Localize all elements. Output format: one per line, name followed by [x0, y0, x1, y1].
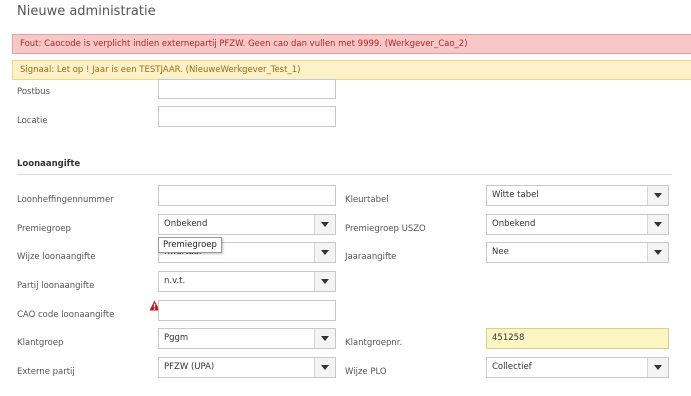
locatie-input[interactable] [158, 106, 336, 127]
page-title: Nieuwe administratie [17, 4, 156, 19]
chevron-down-icon[interactable] [314, 272, 335, 291]
wijze-plo-value: Collectief [492, 362, 532, 372]
wijze-loonaangifte-label: Wijze loonaangifte [17, 252, 96, 262]
chevron-down-icon[interactable] [647, 186, 668, 205]
premiegroep-uszo-label: Premiegroep USZO [345, 224, 426, 234]
cao-code-input[interactable] [158, 300, 336, 321]
loonheffingennummer-input[interactable] [158, 185, 336, 206]
error-alert: Fout: Caocode is verplicht indien extern… [12, 34, 691, 54]
chevron-down-icon[interactable] [314, 243, 335, 262]
chevron-down-icon[interactable] [314, 358, 335, 377]
chevron-down-icon[interactable] [314, 215, 335, 234]
chevron-down-icon[interactable] [647, 358, 668, 377]
chevron-down-icon[interactable] [647, 215, 668, 234]
kleurtabel-value: Witte tabel [492, 190, 539, 200]
wijze-plo-select[interactable]: Collectief [486, 357, 669, 378]
chevron-down-icon[interactable] [314, 329, 335, 348]
jaaraangifte-label: Jaaraangifte [345, 252, 397, 262]
premiegroep-select[interactable]: Onbekend [158, 214, 336, 235]
jaaraangifte-select[interactable]: Nee [486, 242, 669, 263]
kleurtabel-select[interactable]: Witte tabel [486, 185, 669, 206]
partij-loonaangifte-label: Partij loonaangifte [17, 281, 95, 291]
klantgroep-value: Pggm [164, 333, 189, 343]
klantgroep-select[interactable]: Pggm [158, 328, 336, 349]
chevron-down-icon[interactable] [647, 243, 668, 262]
jaaraangifte-value: Nee [492, 247, 509, 257]
warning-alert: Signaal: Let op ! Jaar is een TESTJAAR. … [12, 60, 691, 80]
klantgroep-label: Klantgroep [17, 338, 64, 348]
section-title-loonaangifte: Loonaangifte [17, 159, 81, 169]
externe-partij-select[interactable]: PFZW (UPA) [158, 357, 336, 378]
premiegroep-label: Premiegroep [17, 224, 71, 234]
partij-loonaangifte-value: n.v.t. [164, 276, 186, 286]
postbus-input[interactable] [158, 79, 336, 99]
premiegroep-value: Onbekend [164, 219, 208, 229]
premiegroep-uszo-select[interactable]: Onbekend [486, 214, 669, 235]
klantgroepnr-label: Klantgroepnr. [345, 338, 403, 348]
cao-code-label: CAO code loonaangifte [17, 310, 115, 320]
externe-partij-value: PFZW (UPA) [164, 362, 215, 372]
kleurtabel-label: Kleurtabel [345, 195, 389, 205]
partij-loonaangifte-select[interactable]: n.v.t. [158, 271, 336, 292]
externe-partij-label: Externe partij [17, 367, 75, 377]
klantgroepnr-input[interactable]: 451258 [486, 328, 669, 349]
premiegroep-uszo-value: Onbekend [492, 219, 536, 229]
premiegroep-tooltip: Premiegroep [158, 237, 222, 253]
wijze-plo-label: Wijze PLO [345, 367, 387, 377]
loonheffingennummer-label: Loonheffingennummer [17, 195, 114, 205]
locatie-label: Locatie [17, 116, 48, 126]
klantgroepnr-value: 451258 [492, 333, 525, 343]
postbus-label: Postbus [17, 87, 50, 97]
section-divider [17, 174, 672, 175]
